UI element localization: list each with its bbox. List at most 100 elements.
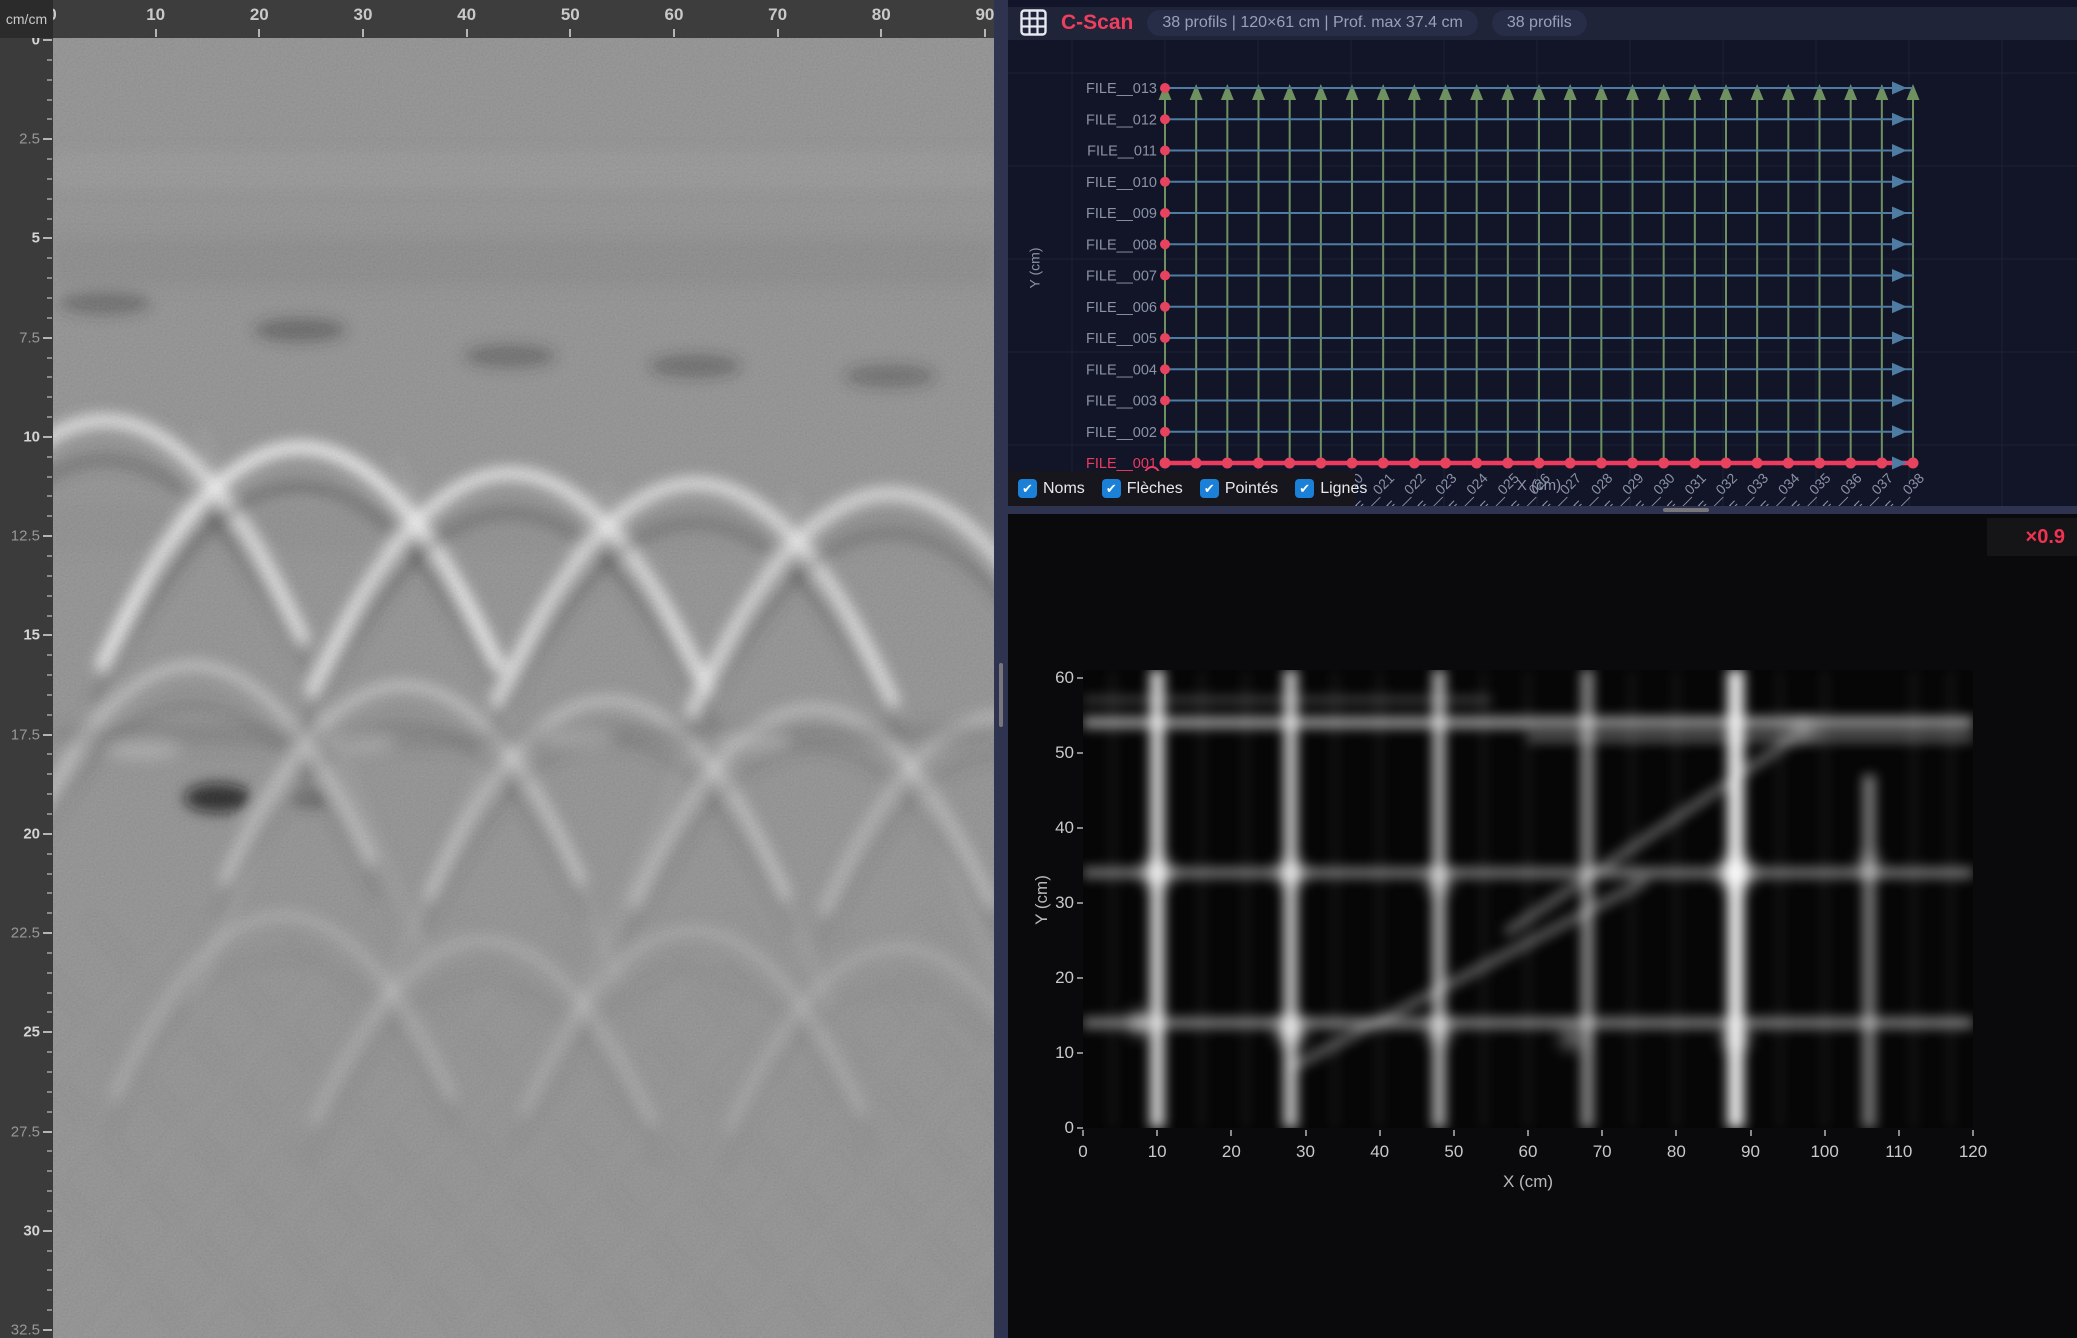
depth-minor-tick: [47, 674, 52, 676]
profile-point: [1814, 458, 1825, 469]
vertical-profile[interactable]: FILE__037: [1836, 84, 1896, 506]
checkbox-fleches[interactable]: ✔ Flèches: [1102, 479, 1183, 498]
horizontal-profile-label[interactable]: FILE__006: [1086, 300, 1157, 316]
vertical-profile[interactable]: FILE__015: [1151, 84, 1211, 506]
depth-tick-label: 27.5: [11, 1123, 40, 1140]
horizontal-profile-label[interactable]: FILE__005: [1086, 331, 1157, 347]
vertical-profile[interactable]: FILE__035: [1774, 84, 1834, 506]
vertical-profile[interactable]: FILE__025: [1462, 84, 1522, 506]
checkbox-checked-icon[interactable]: ✔: [1018, 479, 1037, 498]
horizontal-splitter-handle[interactable]: [1663, 508, 1709, 512]
vertical-profile[interactable]: FILE__027: [1525, 84, 1585, 506]
horizontal-profile-label[interactable]: FILE__003: [1086, 394, 1157, 410]
depth-minor-tick: [47, 1011, 52, 1013]
arrow-up-icon: [1782, 84, 1795, 100]
checkbox-checked-icon[interactable]: ✔: [1295, 479, 1314, 498]
map-x-tick-mark: [1379, 1130, 1381, 1136]
depth-tick-label: 15: [23, 627, 40, 644]
cscan-heatmap-image[interactable]: [1083, 670, 1973, 1128]
depth-minor-tick: [47, 317, 52, 319]
vertical-profile[interactable]: FILE__034: [1743, 84, 1803, 506]
vertical-profile[interactable]: FILE__036: [1805, 84, 1865, 506]
horizontal-profile-label[interactable]: FILE__004: [1086, 362, 1157, 378]
depth-minor-tick: [47, 654, 52, 656]
profile-start-point: [1160, 302, 1170, 312]
ruler-tick-label: 10: [146, 5, 165, 25]
depth-minor-tick: [47, 1289, 52, 1291]
checkbox-lignes[interactable]: ✔ Lignes: [1295, 479, 1367, 498]
depth-minor-tick: [47, 853, 52, 855]
checkbox-checked-icon[interactable]: ✔: [1200, 479, 1219, 498]
depth-minor-tick: [47, 416, 52, 418]
bscan-radargram-image[interactable]: [53, 38, 994, 1338]
vertical-profile[interactable]: FILE__033: [1712, 84, 1772, 506]
vertical-profile[interactable]: FILE__016: [1182, 84, 1242, 506]
horizontal-profile-label[interactable]: FILE__012: [1086, 112, 1157, 128]
depth-tick-label: 17.5: [11, 726, 40, 743]
arrow-up-icon: [1408, 84, 1421, 100]
vertical-profile[interactable]: FILE__021: [1338, 84, 1398, 506]
arrow-right-icon: [1892, 300, 1907, 313]
profile-start-point: [1160, 208, 1170, 218]
vertical-profile[interactable]: FILE__017: [1213, 84, 1273, 506]
depth-minor-tick: [47, 912, 52, 914]
depth-tick-mark: [43, 634, 52, 636]
arrow-up-icon: [1439, 84, 1452, 100]
right-side: C-Scan 38 profils | 120×61 cm | Prof. ma…: [1008, 0, 2077, 1338]
checkbox-pointes[interactable]: ✔ Pointés: [1200, 479, 1278, 498]
vertical-profile[interactable]: FILE__026: [1493, 84, 1553, 506]
profile-start-point: [1160, 83, 1170, 93]
vertical-profile[interactable]: FILE__019: [1275, 84, 1335, 506]
map-x-tick-mark: [1453, 1130, 1455, 1136]
depth-minor-tick: [47, 753, 52, 755]
display-options-bar: ✔ Noms ✔ Flèches ✔ Pointés ✔ Lignes: [1008, 471, 1355, 506]
vertical-profile[interactable]: FILE__032: [1680, 84, 1740, 506]
arrow-up-icon: [1907, 84, 1920, 100]
horizontal-profile-label[interactable]: FILE__010: [1086, 175, 1157, 191]
profile-point: [1284, 458, 1295, 469]
vertical-profile[interactable]: FILE__023: [1400, 84, 1460, 506]
depth-minor-tick: [47, 1190, 52, 1192]
depth-minor-tick: [47, 178, 52, 180]
survey-grid-plot[interactable]: FILE__014FILE__015FILE__016FILE__017FILE…: [1008, 40, 2077, 506]
depth-minor-tick: [47, 515, 52, 517]
vertical-profile[interactable]: FILE__020: [1306, 84, 1366, 506]
vertical-profile[interactable]: FILE__018: [1244, 84, 1304, 506]
depth-minor-tick: [47, 992, 52, 994]
ruler-unit-label: cm/cm: [6, 11, 47, 27]
vertical-profile[interactable]: FILE__029: [1587, 84, 1647, 506]
planner-y-axis-label: Y (cm): [1026, 248, 1042, 289]
checkbox-checked-icon[interactable]: ✔: [1102, 479, 1121, 498]
vertical-profile[interactable]: FILE__024: [1431, 84, 1491, 506]
depth-minor-tick: [47, 257, 52, 259]
map-y-tick-label: 50: [1030, 743, 1074, 763]
arrow-up-icon: [1844, 84, 1857, 100]
vertical-splitter-handle[interactable]: [999, 663, 1003, 727]
checkbox-noms[interactable]: ✔ Noms: [1018, 479, 1085, 498]
vertical-profile[interactable]: FILE__030: [1618, 84, 1678, 506]
horizontal-profile-label[interactable]: FILE__008: [1086, 237, 1157, 253]
horizontal-profile-label[interactable]: FILE__009: [1086, 206, 1157, 222]
horizontal-profile-label[interactable]: FILE__002: [1086, 425, 1157, 441]
vertical-profile[interactable]: FILE__028: [1556, 84, 1616, 506]
horizontal-profile-label[interactable]: FILE__013: [1086, 81, 1157, 97]
ruler-tick-mark: [673, 29, 675, 37]
planner-plot[interactable]: FILE__014FILE__015FILE__016FILE__017FILE…: [1008, 40, 2077, 506]
arrow-right-icon: [1892, 238, 1907, 251]
arrow-right-icon: [1892, 175, 1907, 188]
vertical-profile[interactable]: FILE__022: [1369, 84, 1429, 506]
arrow-up-icon: [1190, 84, 1203, 100]
horizontal-splitter[interactable]: [1008, 506, 2077, 514]
depth-minor-tick: [47, 813, 52, 815]
horizontal-profile-label[interactable]: FILE__007: [1086, 269, 1157, 285]
profile-point: [1347, 458, 1358, 469]
profile-point: [1378, 458, 1389, 469]
vertical-splitter[interactable]: [994, 0, 1008, 1338]
depth-minor-tick: [47, 1210, 52, 1212]
profile-point: [1721, 458, 1732, 469]
map-y-tick-label: 30: [1030, 893, 1074, 913]
depth-tick-mark: [43, 39, 52, 41]
vertical-profile[interactable]: FILE__031: [1649, 84, 1709, 506]
horizontal-profile-label[interactable]: FILE__011: [1087, 144, 1157, 160]
horizontal-profile-label[interactable]: FILE__001: [1086, 456, 1157, 472]
